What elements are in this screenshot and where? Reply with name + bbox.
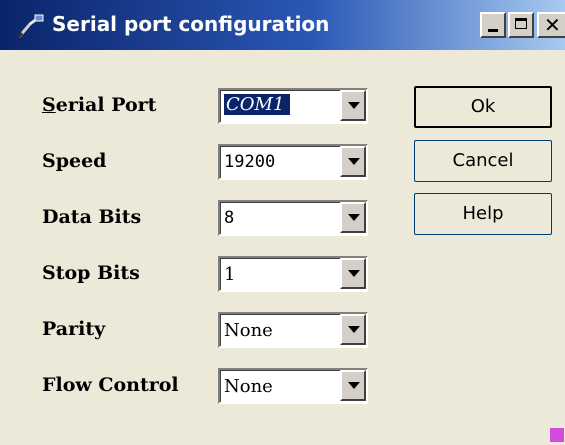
flow-control-label: Flow Control (42, 374, 179, 396)
dialog-window: Serial port configuration ✕ Serial Port … (0, 0, 565, 445)
serial-port-label: Serial Port (42, 94, 156, 116)
window-title: Serial port configuration (52, 12, 330, 36)
stop-bits-label: Stop Bits (42, 262, 140, 284)
flow-control-select[interactable]: None (218, 368, 368, 404)
close-icon: ✕ (544, 13, 561, 37)
help-button[interactable]: Help (414, 193, 552, 235)
maximize-button[interactable] (508, 12, 534, 38)
speed-label: Speed (42, 150, 107, 172)
chevron-down-icon[interactable] (340, 90, 366, 121)
chevron-down-icon[interactable] (340, 258, 366, 289)
cancel-button[interactable]: Cancel (414, 140, 552, 182)
title-bar[interactable]: Serial port configuration ✕ (0, 0, 565, 50)
data-bits-label: Data Bits (42, 206, 142, 228)
close-button[interactable]: ✕ (537, 12, 565, 38)
parity-select[interactable]: None (218, 312, 368, 348)
corner-marker (550, 428, 564, 442)
chevron-down-icon[interactable] (340, 314, 366, 345)
dialog-body: Serial Port COM1 Speed 19200 Data Bits 8… (0, 50, 565, 445)
minimize-button[interactable] (480, 12, 506, 38)
stop-bits-value: 1 (224, 264, 236, 285)
data-bits-value: 8 (224, 208, 235, 228)
speed-select[interactable]: 19200 (218, 144, 368, 180)
data-bits-select[interactable]: 8 (218, 200, 368, 236)
maximize-icon (515, 18, 527, 29)
ok-button[interactable]: Ok (414, 86, 552, 128)
serial-port-select[interactable]: COM1 (218, 88, 368, 124)
chevron-down-icon[interactable] (340, 202, 366, 233)
serial-cable-icon (16, 14, 44, 39)
chevron-down-icon[interactable] (340, 146, 366, 177)
speed-value: 19200 (224, 152, 276, 172)
parity-label: Parity (42, 318, 106, 340)
accelerator-char: S (42, 94, 56, 116)
stop-bits-select[interactable]: 1 (218, 256, 368, 292)
chevron-down-icon[interactable] (340, 370, 366, 401)
parity-value: None (224, 320, 273, 341)
label-text: erial Port (55, 94, 157, 116)
serial-port-value: COM1 (222, 93, 292, 116)
flow-control-value: None (224, 376, 273, 397)
minimize-icon (488, 29, 498, 32)
